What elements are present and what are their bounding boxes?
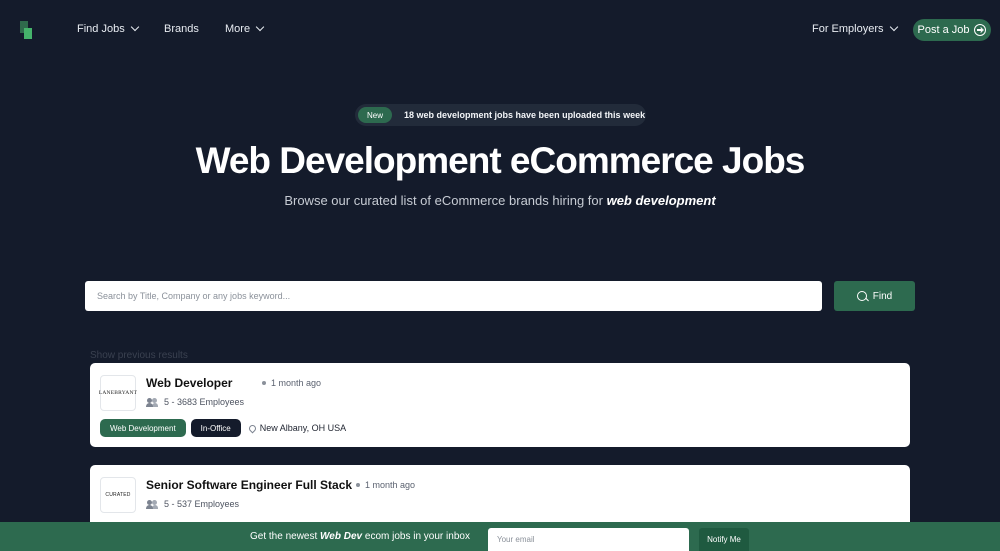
company-logo: LANEBRYANT xyxy=(99,375,137,411)
announcement-pill: New 18 web development jobs have been up… xyxy=(355,104,646,126)
job-location-text: New Albany, OH USA xyxy=(259,423,347,433)
employee-count-text: 5 - 3683 Employees xyxy=(164,397,245,407)
chevron-down-icon xyxy=(130,22,139,32)
chevron-down-icon xyxy=(889,22,898,32)
logo-icon[interactable] xyxy=(20,21,34,39)
dot-icon xyxy=(356,483,360,487)
page-subtitle: Browse our curated list of eCommerce bra… xyxy=(0,193,1000,208)
posted-time: 1 month ago xyxy=(262,378,321,388)
nav-more-label: More xyxy=(225,23,251,35)
newsletter-emphasis: Web Dev xyxy=(320,531,363,542)
post-job-button[interactable]: Post a Job xyxy=(913,19,991,41)
tag-web-development[interactable]: Web Development xyxy=(100,419,186,437)
job-title[interactable]: Senior Software Engineer Full Stack xyxy=(146,478,352,492)
show-previous-results-link[interactable]: Show previous results xyxy=(90,350,188,361)
posted-time: 1 month ago xyxy=(356,480,415,490)
top-nav: Find Jobs Brands More For Employers Post… xyxy=(0,0,1000,60)
find-label: Find xyxy=(872,290,893,302)
employee-count-text: 5 - 537 Employees xyxy=(164,499,240,509)
search-input[interactable] xyxy=(85,281,822,311)
new-badge: New xyxy=(358,107,393,123)
chevron-down-icon xyxy=(255,22,265,32)
find-button[interactable]: Find xyxy=(834,281,915,311)
job-location: New Albany, OH USA xyxy=(247,423,347,433)
newsletter-prefix: Get the newest xyxy=(250,531,321,542)
posted-time-text: 1 month ago xyxy=(365,480,416,490)
nav-brands[interactable]: Brands xyxy=(164,23,199,35)
subtitle-text: Browse our curated list of eCommerce bra… xyxy=(284,193,607,208)
post-job-label: Post a Job xyxy=(917,24,970,36)
search-icon xyxy=(856,291,867,301)
map-pin-icon xyxy=(247,423,258,433)
newsletter-text: Get the newest Web Dev ecom jobs in your… xyxy=(250,531,470,542)
people-icon xyxy=(146,499,158,509)
email-input[interactable] xyxy=(488,528,689,551)
newsletter-bar: Get the newest Web Dev ecom jobs in your… xyxy=(0,522,1000,551)
tag-in-office[interactable]: In-Office xyxy=(190,419,241,437)
job-card[interactable]: LANEBRYANT Web Developer 1 month ago 5 -… xyxy=(90,363,910,447)
nav-more[interactable]: More xyxy=(225,22,265,35)
employee-count: 5 - 3683 Employees xyxy=(146,397,244,407)
employee-count: 5 - 537 Employees xyxy=(146,499,239,509)
nav-find-jobs-label: Find Jobs xyxy=(77,23,125,35)
people-icon xyxy=(146,397,158,407)
job-title[interactable]: Web Developer xyxy=(146,376,232,390)
nav-for-employers-label: For Employers xyxy=(812,23,884,35)
nav-brands-label: Brands xyxy=(164,23,199,35)
company-logo: CURATED xyxy=(100,477,136,513)
arrow-right-circle-icon xyxy=(974,24,987,36)
page-title: Web Development eCommerce Jobs xyxy=(195,140,806,181)
posted-time-text: 1 month ago xyxy=(271,378,322,388)
announcement-text: 18 web development jobs have been upload… xyxy=(404,110,646,120)
dot-icon xyxy=(262,381,266,385)
notify-me-button[interactable]: Notify Me xyxy=(699,528,749,551)
job-tags: Web Development In-Office New Albany, OH… xyxy=(100,419,346,437)
nav-for-employers[interactable]: For Employers xyxy=(812,22,898,35)
nav-find-jobs[interactable]: Find Jobs xyxy=(77,22,139,35)
newsletter-suffix: ecom jobs in your inbox xyxy=(362,531,470,542)
subtitle-emphasis: web development xyxy=(606,193,716,208)
